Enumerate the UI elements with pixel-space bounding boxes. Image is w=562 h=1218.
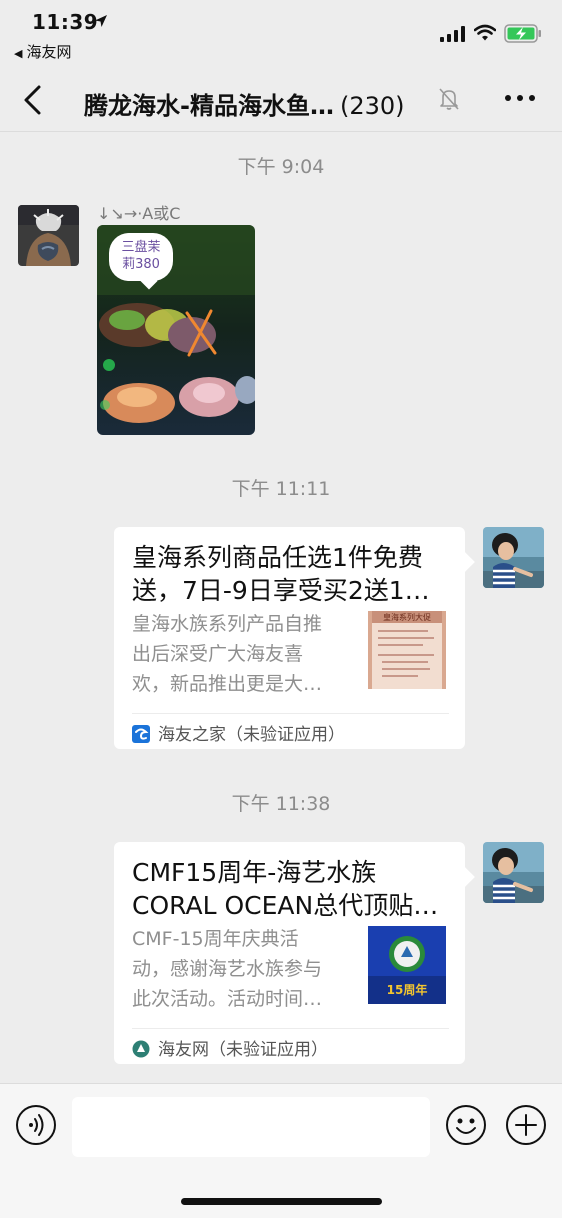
back-app-label: 海友网 (26, 43, 72, 61)
card-desc-line: 此次活动。活动时间… (132, 988, 323, 1010)
thumb-text: 15周年 (387, 982, 428, 997)
cellular-signal-icon (440, 26, 465, 42)
voice-input-icon[interactable] (15, 1104, 57, 1146)
battery-charging-icon (504, 24, 541, 43)
avatar[interactable] (18, 205, 79, 266)
message-timestamp: 下午 11:11 (231, 478, 331, 500)
message-input[interactable] (72, 1097, 430, 1157)
article-card[interactable]: CMF15周年-海艺水族 CORAL OCEAN总代顶贴… CMF-15周年庆典… (114, 842, 475, 1064)
child-avatar-image (483, 842, 544, 903)
wifi-icon (474, 24, 496, 41)
plus-circle-icon[interactable] (505, 1104, 547, 1146)
home-indicator[interactable] (181, 1198, 382, 1205)
app-source-icon (132, 1040, 150, 1058)
card-desc-line: 欢，新品推出更是大… (132, 673, 323, 695)
chat-image-message[interactable]: 三盘茉 莉380 (97, 225, 255, 435)
photo-text-label: 三盘茉 莉380 (109, 233, 173, 281)
card-title-line: CMF15周年-海艺水族 (132, 858, 377, 887)
card-source: 海友网（未验证应用） (132, 1035, 328, 1060)
anniversary-thumbnail: 15周年 (368, 926, 446, 1004)
user-avatar-image (18, 205, 79, 266)
card-divider (132, 1028, 449, 1029)
photo-label-line: 莉380 (122, 257, 160, 272)
card-title-line: CORAL OCEAN总代顶贴… (132, 891, 439, 920)
article-card[interactable]: 皇海系列商品任选1件免费 送，7日-9日享受买2送1… 皇海水族系列产品自推 出… (114, 527, 475, 749)
chat-title: 腾龙海水-精品海水鱼… (230) (84, 86, 405, 121)
card-description: 皇海水族系列产品自推 出后深受广大海友喜 欢，新品推出更是大… (132, 609, 354, 699)
more-dots-icon[interactable] (504, 90, 536, 106)
app-source-icon (132, 725, 150, 743)
message-timestamp: 下午 11:38 (231, 793, 331, 815)
bubble-tail (455, 867, 475, 887)
emoji-smile-icon[interactable] (445, 1104, 487, 1146)
card-divider (132, 713, 449, 714)
card-desc-line: 皇海水族系列产品自推 (132, 613, 323, 635)
card-title: 皇海系列商品任选1件免费 送，7日-9日享受买2送1… (132, 541, 450, 607)
status-bar: 11:39 ◀ 海友网 (0, 0, 562, 68)
card-desc-line: CMF-15周年庆典活 (132, 928, 299, 950)
card-title: CMF15周年-海艺水族 CORAL OCEAN总代顶贴… (132, 856, 450, 922)
status-time: 11:39 (32, 10, 99, 34)
my-avatar[interactable] (483, 842, 544, 903)
card-source: 海友之家（未验证应用） (132, 720, 345, 745)
my-avatar[interactable] (483, 527, 544, 588)
group-name: 腾龙海水-精品海水鱼… (84, 92, 334, 120)
card-thumbnail: 皇海系列大促 (368, 611, 446, 689)
card-description: CMF-15周年庆典活 动，感谢海艺水族参与 此次活动。活动时间… (132, 924, 354, 1014)
message-timestamp: 下午 9:04 (237, 156, 325, 178)
bubble-tail (455, 552, 475, 572)
bell-off-icon (439, 88, 459, 110)
location-arrow-icon (95, 15, 107, 27)
photo-label-line: 三盘茉 (121, 240, 161, 255)
sender-name: ↓↘→·A或C (97, 204, 181, 223)
back-triangle-icon: ◀ (14, 47, 23, 60)
thumb-text: 皇海系列大促 (383, 612, 431, 622)
chevron-left-icon[interactable] (20, 84, 46, 116)
back-to-app-link[interactable]: ◀ 海友网 (14, 41, 71, 62)
card-title-line: 送，7日-9日享受买2送1… (132, 576, 430, 605)
member-count: (230) (339, 92, 405, 120)
source-label: 海友网（未验证应用） (158, 1040, 328, 1060)
promo-poster-thumbnail: 皇海系列大促 (368, 611, 446, 689)
source-label: 海友之家（未验证应用） (158, 725, 345, 745)
card-thumbnail: 15周年 (368, 926, 446, 1004)
chat-header: 腾龙海水-精品海水鱼… (230) (0, 68, 562, 132)
child-avatar-image (483, 527, 544, 588)
card-desc-line: 出后深受广大海友喜 (132, 643, 304, 665)
card-desc-line: 动，感谢海艺水族参与 (132, 958, 323, 980)
card-title-line: 皇海系列商品任选1件免费 (132, 543, 423, 572)
